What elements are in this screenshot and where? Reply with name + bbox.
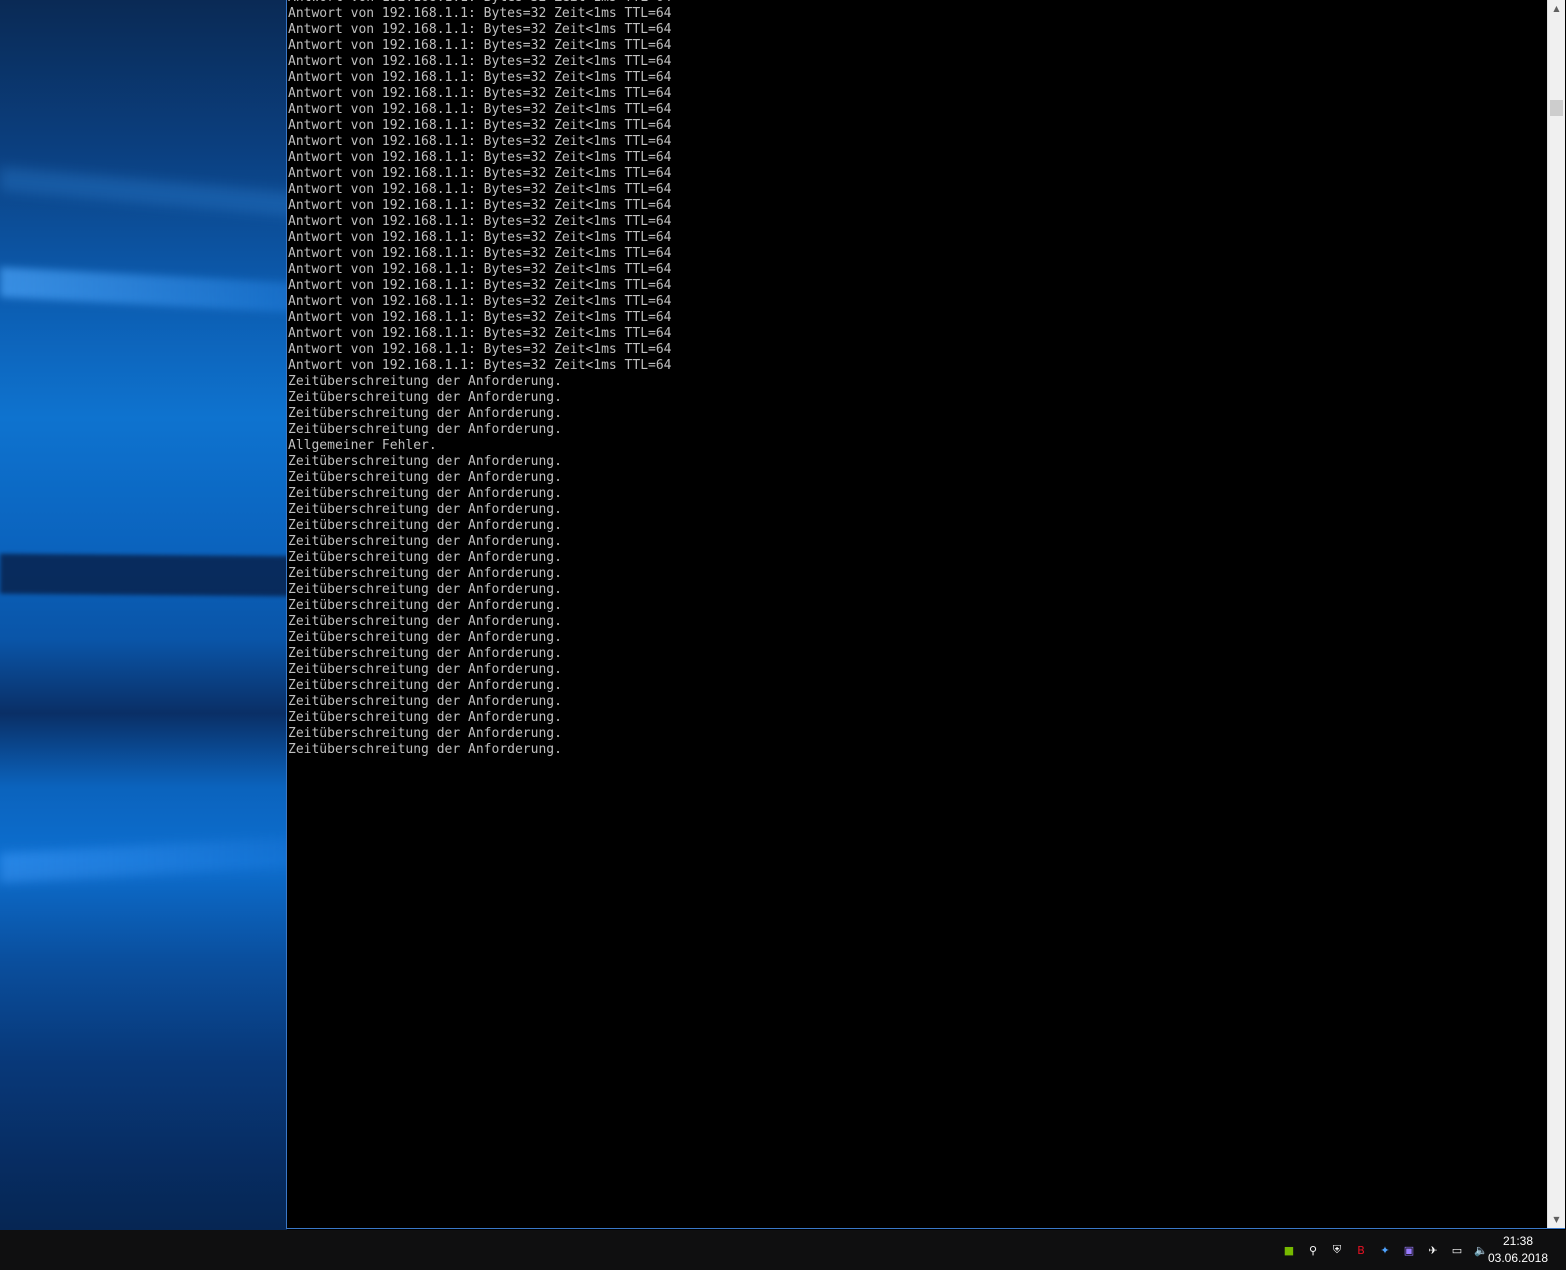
display-icon[interactable]: ▣ [1400,1241,1418,1259]
wallpaper-light-beam [0,166,287,218]
security-shield-icon[interactable]: ⛨ [1328,1241,1346,1259]
taskbar: ■ ⚲ ⛨ B ✦ ▣ ✈ ▭ 🔈 21:38 03.06.2018 [0,1230,1566,1270]
console-line: Antwort von 192.168.1.1: Bytes=32 Zeit<1… [288,54,672,69]
console-line: Antwort von 192.168.1.1: Bytes=32 Zeit<1… [288,246,672,261]
console-line: Zeitüberschreitung der Anforderung. [288,454,562,469]
console-line: Antwort von 192.168.1.1: Bytes=32 Zeit<1… [288,118,672,133]
console-line: Antwort von 192.168.1.1: Bytes=32 Zeit<1… [288,230,672,245]
console-line: Antwort von 192.168.1.1: Bytes=32 Zeit<1… [288,6,672,21]
console-line: Antwort von 192.168.1.1: Bytes=32 Zeit<1… [288,310,672,325]
console-line: Antwort von 192.168.1.1: Bytes=32 Zeit<1… [288,198,672,213]
console-line: Zeitüberschreitung der Anforderung. [288,534,562,549]
console-line: Antwort von 192.168.1.1: Bytes=32 Zeit<1… [288,294,672,309]
wallpaper-window-divider [0,553,287,597]
scroll-down-arrow-icon[interactable]: ▼ [1548,1211,1565,1228]
console-line: Antwort von 192.168.1.1: Bytes=32 Zeit<1… [288,278,672,293]
console-line: Zeitüberschreitung der Anforderung. [288,582,562,597]
console-line: Zeitüberschreitung der Anforderung. [288,518,562,533]
console-line: Antwort von 192.168.1.1: Bytes=32 Zeit<1… [288,182,672,197]
console-line: Antwort von 192.168.1.1: Bytes=32 Zeit<1… [288,102,672,117]
scroll-up-arrow-icon[interactable]: ▲ [1548,0,1565,17]
console-line: Zeitüberschreitung der Anforderung. [288,502,562,517]
console-line: Antwort von 192.168.1.1: Bytes=32 Zeit<1… [288,358,672,373]
console-line: Zeitüberschreitung der Anforderung. [288,550,562,565]
network-satellite-icon[interactable]: ⚲ [1304,1241,1322,1259]
console-output[interactable]: Antwort von 192.168.1.1: Bytes=32 Zeit<1… [288,0,1547,1228]
nvidia-icon[interactable]: ■ [1280,1241,1298,1259]
airplane-icon[interactable]: ✈ [1424,1241,1442,1259]
network-disconnected-icon[interactable]: ▭ [1448,1241,1466,1259]
console-line: Zeitüberschreitung der Anforderung. [288,630,562,645]
wallpaper-light-beam [0,837,287,883]
console-line: Zeitüberschreitung der Anforderung. [288,390,562,405]
console-line: Antwort von 192.168.1.1: Bytes=32 Zeit<1… [288,38,672,53]
console-line: Antwort von 192.168.1.1: Bytes=32 Zeit<1… [288,134,672,149]
console-line: Zeitüberschreitung der Anforderung. [288,710,562,725]
console-line: Zeitüberschreitung der Anforderung. [288,598,562,613]
console-line: Zeitüberschreitung der Anforderung. [288,678,562,693]
console-line: Zeitüberschreitung der Anforderung. [288,486,562,501]
console-line: Antwort von 192.168.1.1: Bytes=32 Zeit<1… [288,214,672,229]
wallpaper-light-beam [0,267,287,313]
clock-time: 21:38 [1502,1234,1534,1248]
console-line: Antwort von 192.168.1.1: Bytes=32 Zeit<1… [288,70,672,85]
console-line: Antwort von 192.168.1.1: Bytes=32 Zeit<1… [288,166,672,181]
console-line: Antwort von 192.168.1.1: Bytes=32 Zeit<1… [288,262,672,277]
vertical-scrollbar[interactable]: ▲ ▼ [1547,0,1565,1228]
console-line: Zeitüberschreitung der Anforderung. [288,566,562,581]
desktop-wallpaper [0,0,287,1230]
console-line: Zeitüberschreitung der Anforderung. [288,422,562,437]
console-line: Antwort von 192.168.1.1: Bytes=32 Zeit<1… [288,150,672,165]
console-line: Zeitüberschreitung der Anforderung. [288,694,562,709]
console-line: Zeitüberschreitung der Anforderung. [288,470,562,485]
taskbar-clock[interactable]: 21:38 03.06.2018 [1486,1233,1550,1267]
console-line: Zeitüberschreitung der Anforderung. [288,614,562,629]
console-line: Zeitüberschreitung der Anforderung. [288,726,562,741]
cloud-sync-icon[interactable]: ✦ [1376,1241,1394,1259]
console-line: Zeitüberschreitung der Anforderung. [288,374,562,389]
console-line: Antwort von 192.168.1.1: Bytes=32 Zeit<1… [288,326,672,341]
antivirus-b-icon[interactable]: B [1352,1241,1370,1259]
scroll-thumb[interactable] [1550,100,1563,116]
system-tray: ■ ⚲ ⛨ B ✦ ▣ ✈ ▭ 🔈 [1280,1240,1490,1260]
console-line: Antwort von 192.168.1.1: Bytes=32 Zeit<1… [288,86,672,101]
console-line: Zeitüberschreitung der Anforderung. [288,646,562,661]
console-line: Zeitüberschreitung der Anforderung. [288,406,562,421]
console-line: Zeitüberschreitung der Anforderung. [288,742,562,757]
clock-date: 03.06.2018 [1487,1251,1549,1265]
console-line: Antwort von 192.168.1.1: Bytes=32 Zeit<1… [288,22,672,37]
command-prompt-window[interactable]: Antwort von 192.168.1.1: Bytes=32 Zeit<1… [286,0,1565,1229]
console-line: Antwort von 192.168.1.1: Bytes=32 Zeit<1… [288,342,672,357]
console-line: Zeitüberschreitung der Anforderung. [288,662,562,677]
console-line: Allgemeiner Fehler. [288,438,437,453]
